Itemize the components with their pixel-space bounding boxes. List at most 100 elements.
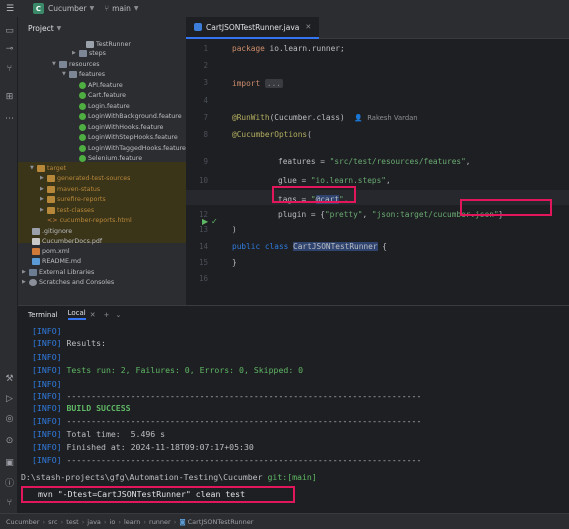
chevron-down-icon[interactable]: ▼ xyxy=(90,5,95,12)
library-icon xyxy=(29,268,37,276)
terminal-icon[interactable]: ▣ xyxy=(4,457,15,468)
tree-item[interactable]: Selenium.feature xyxy=(79,153,142,163)
tab-terminal[interactable]: Terminal xyxy=(28,311,58,319)
project-panel: Project ▼ TestRunner ▶ steps ▼ resources ▼… xyxy=(18,17,186,305)
tree-item[interactable]: ▶ steps xyxy=(72,48,106,58)
tree-item[interactable]: LoginWithStepHooks.feature xyxy=(79,132,178,142)
chevron-right-icon: › xyxy=(60,517,64,526)
code-line: ) xyxy=(232,225,237,234)
chevron-right-icon[interactable]: ▶ xyxy=(22,279,29,285)
hamburger-icon[interactable]: ☰ xyxy=(6,4,15,14)
terminal-prompt: D:\stash-projects\gfg\Automation-Testing… xyxy=(21,472,317,482)
tree-item[interactable]: <> cucumber-reports.html xyxy=(47,215,132,225)
breadcrumb-item[interactable]: runner xyxy=(149,518,171,526)
breadcrumb-item[interactable]: io xyxy=(110,518,116,526)
code-line: import ... xyxy=(232,79,283,88)
chevron-down-icon[interactable]: ▼ xyxy=(30,165,37,171)
git-icon[interactable]: ⑂ xyxy=(4,497,15,508)
build-icon[interactable]: ⚒ xyxy=(4,373,15,384)
tree-item[interactable]: pom.xml xyxy=(32,246,70,256)
tree-item[interactable]: LoginWithHooks.feature xyxy=(79,122,163,132)
tree-item[interactable]: ▼ resources xyxy=(52,59,100,69)
terminal-line: [INFO] ---------------------------------… xyxy=(32,416,422,426)
tree-item[interactable]: Login.feature xyxy=(79,101,130,111)
branch-name[interactable]: main xyxy=(112,4,131,13)
close-icon[interactable]: ✕ xyxy=(90,311,96,319)
chevron-right-icon: › xyxy=(173,517,177,526)
services-icon[interactable]: ⊙ xyxy=(4,435,15,446)
chevron-down-icon[interactable]: ▼ xyxy=(134,5,139,12)
breadcrumb-item[interactable]: java xyxy=(87,518,101,526)
class-name: CartJSONTestRunner xyxy=(293,242,378,251)
breadcrumb-item[interactable]: src xyxy=(48,518,58,526)
database-icon[interactable]: ◎ xyxy=(4,413,15,424)
structure-icon[interactable]: ⊞ xyxy=(4,91,15,102)
chevron-right-icon[interactable]: ▶ xyxy=(40,207,47,213)
tree-item[interactable]: ▼ features xyxy=(62,69,105,79)
chevron-right-icon[interactable]: ▶ xyxy=(40,175,47,181)
chevron-down-icon[interactable]: ▼ xyxy=(57,25,62,32)
run-gutter-icon[interactable]: ▶ xyxy=(202,217,208,226)
close-icon[interactable]: ✕ xyxy=(305,23,311,31)
folded-imports[interactable]: ... xyxy=(264,79,283,88)
project-name[interactable]: Cucumber xyxy=(48,4,87,13)
java-class-icon xyxy=(194,23,202,31)
editor-tab[interactable]: CartJSONTestRunner.java ✕ xyxy=(186,17,320,39)
file-icon xyxy=(32,227,40,235)
project-panel-header[interactable]: Project ▼ xyxy=(18,17,186,39)
chevron-down-icon[interactable]: ⌄ xyxy=(116,311,122,319)
line-number: 16 xyxy=(198,274,208,283)
folder-icon xyxy=(47,174,55,182)
tree-item[interactable]: .gitignore xyxy=(32,226,72,236)
branch-icon[interactable]: ⑂ xyxy=(4,63,15,74)
tree-item[interactable]: ▶ generated-test-sources xyxy=(40,173,130,183)
code-line: @CucumberOptions( xyxy=(232,130,312,139)
terminal-line: [INFO] Tests run: 2, Failures: 0, Errors… xyxy=(32,365,304,375)
project-panel-title: Project xyxy=(28,23,54,33)
folder-icon[interactable]: ▭ xyxy=(4,25,15,36)
line-number: 15 xyxy=(198,258,208,267)
author-icon: 👤 xyxy=(354,114,363,122)
tree-item[interactable]: LoginWithTaggedHooks.feature xyxy=(79,143,186,153)
chevron-down-icon[interactable]: ▼ xyxy=(62,71,69,77)
commit-icon[interactable]: ⊸ xyxy=(4,43,15,54)
tree-item[interactable]: ▶ maven-status xyxy=(40,184,100,194)
chevron-right-icon: › xyxy=(143,517,147,526)
breadcrumb-item[interactable]: test xyxy=(66,518,78,526)
breadcrumb-item[interactable]: Cucumber xyxy=(6,518,39,526)
code-editor: CartJSONTestRunner.java ✕ 1 2 3 4 7 8 9 … xyxy=(186,17,569,305)
more-icon[interactable]: ⋯ xyxy=(4,113,15,124)
terminal-line: [INFO] Results: xyxy=(32,338,106,348)
chevron-right-icon[interactable]: ▶ xyxy=(40,196,47,202)
chevron-right-icon: › xyxy=(118,517,121,526)
line-number: 7 xyxy=(203,113,208,122)
breadcrumb-item[interactable]: learn xyxy=(124,518,140,526)
line-number: 3 xyxy=(203,78,208,87)
tab-local[interactable]: Local xyxy=(67,309,86,320)
tree-item[interactable]: CucumberDocs.pdf xyxy=(32,236,102,246)
tree-item[interactable]: README.md xyxy=(32,256,81,266)
branch-icon: ⑂ xyxy=(104,4,110,13)
feature-file-icon xyxy=(79,102,86,110)
add-icon[interactable]: + xyxy=(104,311,110,319)
tree-item[interactable]: LoginWithBackground.feature xyxy=(79,111,182,121)
breadcrumb-item[interactable]: CartJSONTestRunner xyxy=(188,518,254,526)
chevron-down-icon[interactable]: ▼ xyxy=(52,61,59,67)
run-icon[interactable]: ▷ xyxy=(4,393,15,404)
folder-icon xyxy=(47,185,55,193)
tree-item[interactable]: ▶ External Libraries xyxy=(22,267,94,277)
feature-file-icon xyxy=(79,112,86,120)
tree-item[interactable]: ▶ test-classes xyxy=(40,205,94,215)
editor-tab-bar: CartJSONTestRunner.java ✕ xyxy=(186,17,569,39)
chevron-right-icon[interactable]: ▶ xyxy=(72,50,79,56)
tree-item[interactable]: Cart.feature xyxy=(79,90,126,100)
project-badge[interactable]: C xyxy=(33,3,44,14)
chevron-right-icon[interactable]: ▶ xyxy=(22,269,29,275)
tree-item[interactable]: API.feature xyxy=(79,80,123,90)
tree-item[interactable]: ▶ Scratches and Consoles xyxy=(22,277,114,287)
problems-icon[interactable]: ⓘ xyxy=(4,477,15,489)
tree-item[interactable]: ▼ target xyxy=(30,163,66,173)
chevron-right-icon[interactable]: ▶ xyxy=(40,186,47,192)
chevron-right-icon: › xyxy=(81,517,85,526)
tree-item[interactable]: ▶ surefire-reports xyxy=(40,194,106,204)
